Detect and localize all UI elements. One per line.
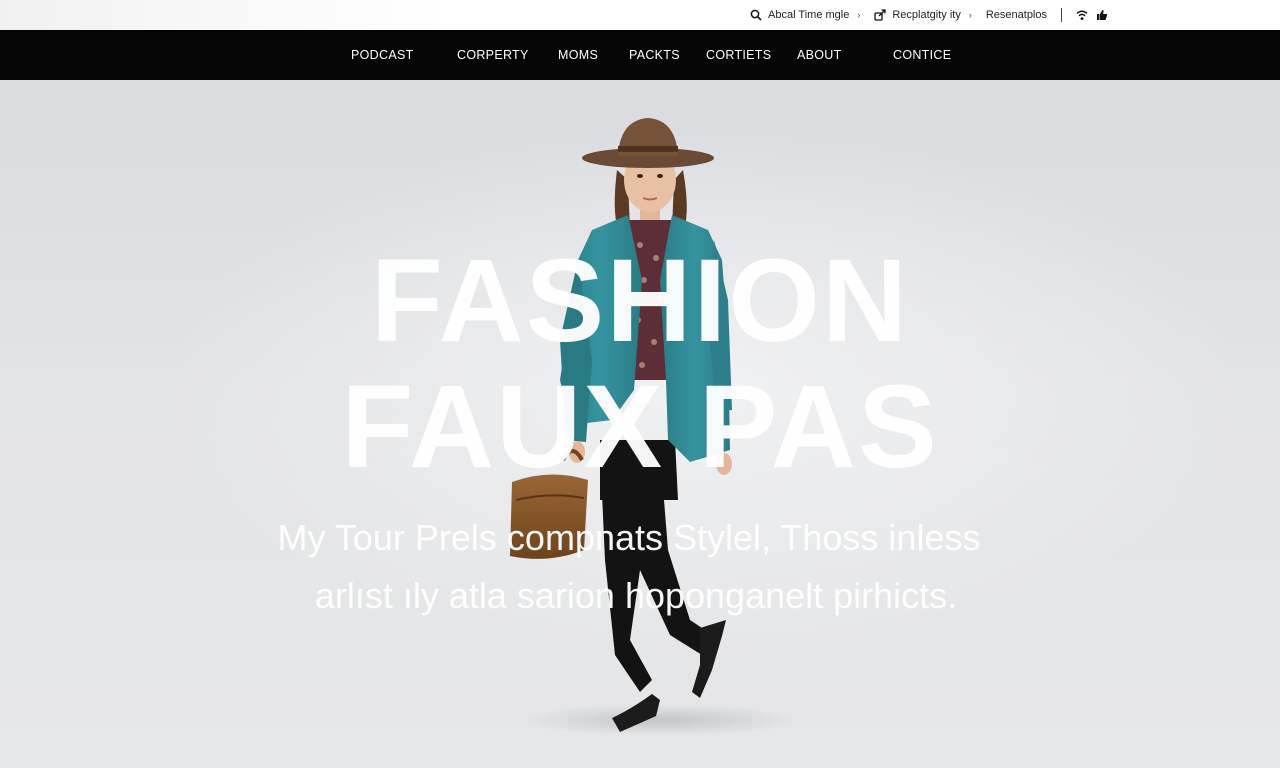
util-share-label: Recplatgity ity	[892, 9, 961, 21]
nav-item-property[interactable]: CORPERTY	[457, 30, 529, 80]
chevron-right-icon: ›	[968, 10, 972, 20]
main-nav: PODCAST CORPERTY MOMS PACKTS CORTIETS AB…	[0, 30, 1280, 80]
nav-item-about[interactable]: ABOUT	[797, 30, 842, 80]
nav-item-contact[interactable]: CONTICE	[893, 30, 951, 80]
util-search-link[interactable]: Abcal Time mgle ›	[750, 9, 860, 21]
search-icon	[750, 9, 762, 21]
hero-title-line2: FAUX PAS	[341, 361, 939, 493]
nav-item-podcast[interactable]: PODCAST	[351, 30, 414, 80]
nav-item-moms[interactable]: MOMS	[558, 30, 598, 80]
hero-subtitle-line2: arlıst ıly atla sarion hoponganelt pirhi…	[314, 575, 958, 616]
util-share-link[interactable]: Recplatgity ity ›	[874, 9, 972, 21]
util-resources-link[interactable]: Resenatplos	[986, 9, 1047, 21]
hero-title-line1: FASHION	[370, 235, 910, 367]
wifi-button[interactable]	[1076, 9, 1088, 21]
nav-item-packs[interactable]: PACKTS	[629, 30, 680, 80]
page: Abcal Time mgle › Recplatgity ity › Rese…	[0, 0, 1280, 768]
chevron-right-icon: ›	[857, 10, 861, 20]
like-button[interactable]	[1096, 9, 1108, 21]
util-resources-label: Resenatplos	[985, 9, 1047, 21]
share-icon	[874, 9, 887, 21]
hero-section: FASHION FAUX PAS My Tour Prels compnats …	[0, 80, 1280, 768]
wifi-icon	[1076, 10, 1088, 20]
nav-item-contests[interactable]: CORTIETS	[706, 30, 771, 80]
util-search-label: Abcal Time mgle	[768, 9, 850, 21]
utility-bar: Abcal Time mgle › Recplatgity ity › Rese…	[0, 0, 1280, 30]
utility-divider	[1061, 8, 1062, 22]
thumbs-up-icon	[1097, 10, 1108, 20]
hero-subtitle-line1: My Tour Prels compnats Stylel, Thoss inl…	[277, 517, 981, 558]
